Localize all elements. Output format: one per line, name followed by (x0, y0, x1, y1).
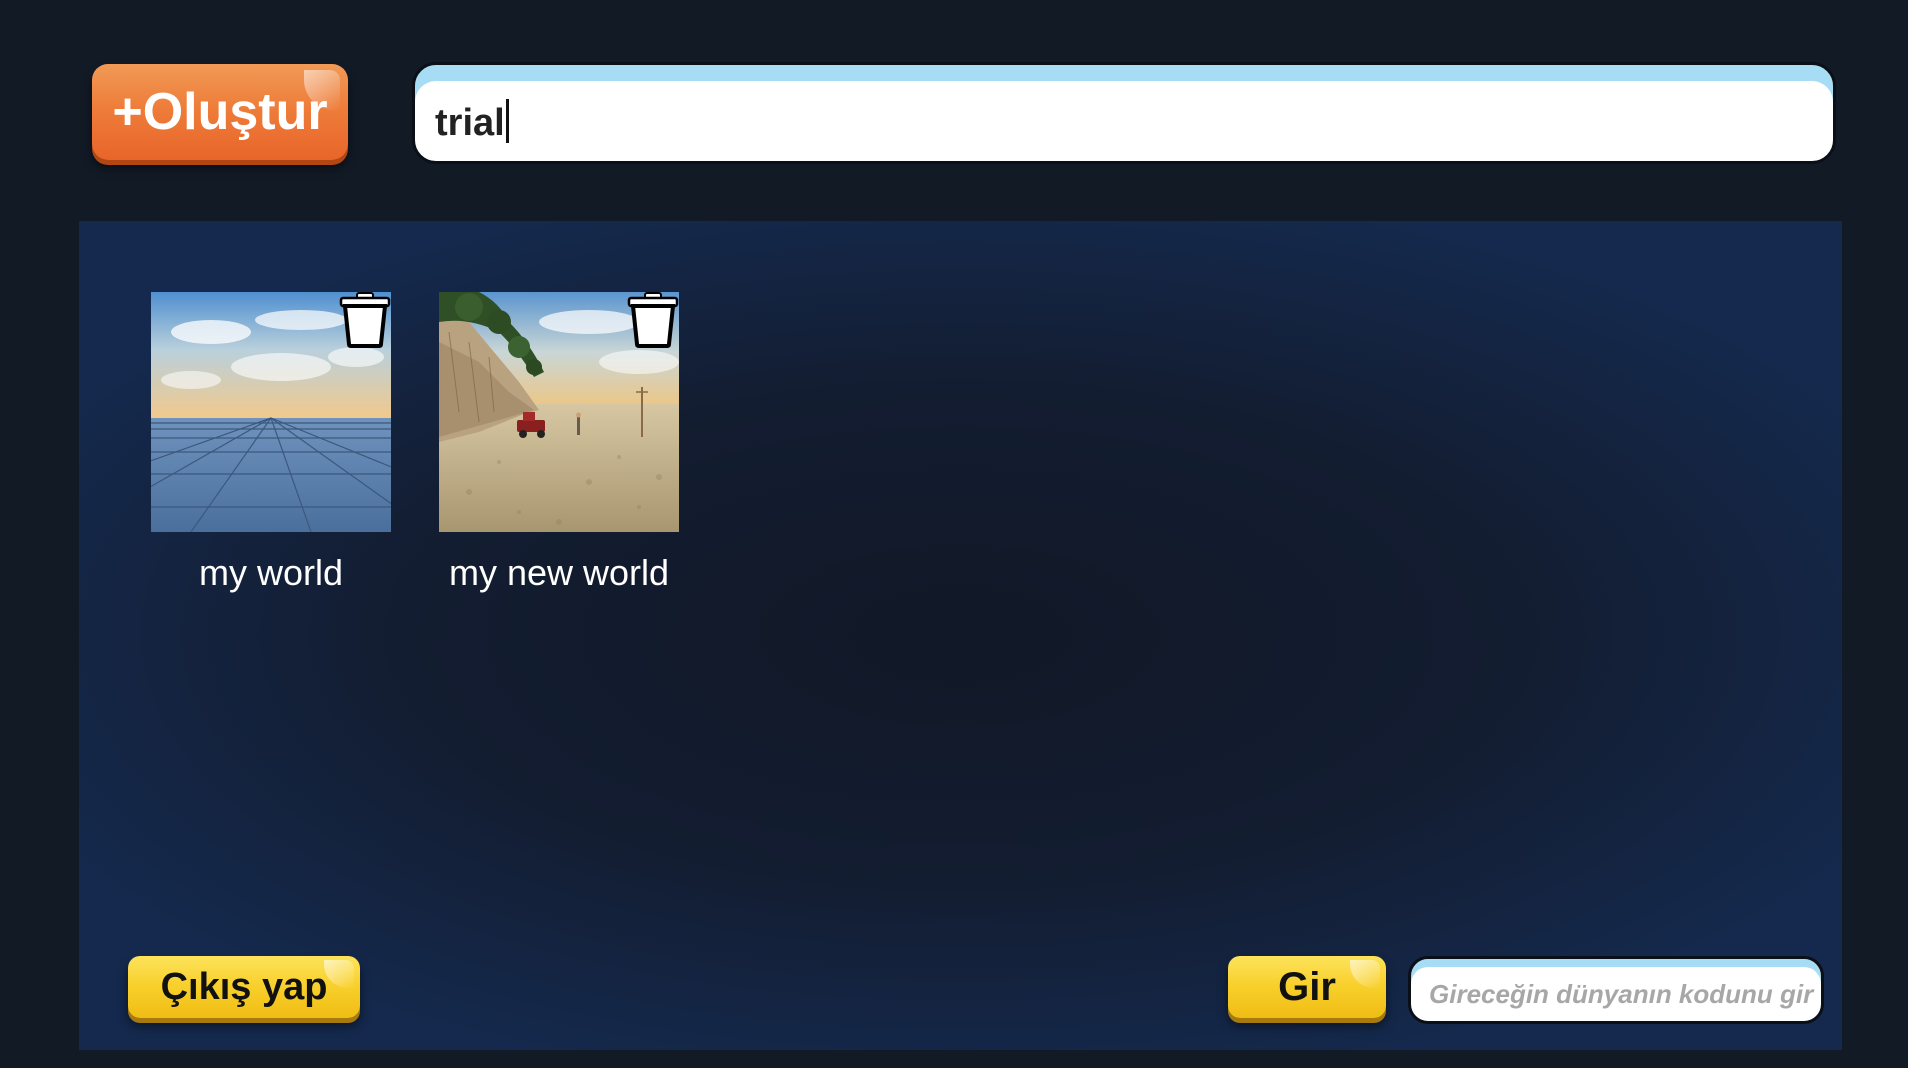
logout-label: Çıkış yap (160, 965, 328, 1008)
world-name: my world (198, 552, 344, 593)
world-name-value: trial (435, 102, 505, 144)
world-thumbnail[interactable] (151, 292, 391, 532)
worlds-panel: my world my new world (79, 221, 1842, 1050)
world-code-input[interactable]: Gireceğin dünyanın kodunu gir (1408, 956, 1824, 1024)
world-name-input[interactable]: trial (412, 62, 1836, 164)
enter-label: Gir (1278, 964, 1336, 1009)
create-world-button[interactable]: +Oluştur (92, 64, 348, 160)
logout-button[interactable]: Çıkış yap (128, 956, 360, 1018)
world-card[interactable]: my new world (439, 292, 679, 594)
world-code-placeholder: Gireceğin dünyanın kodunu gir (1429, 979, 1814, 1009)
trash-icon (339, 292, 391, 348)
enter-button[interactable]: Gir (1228, 956, 1386, 1018)
button-shine (324, 960, 354, 988)
button-shine (1350, 960, 1380, 988)
world-name: my new world (448, 552, 670, 593)
text-caret (505, 99, 509, 143)
delete-world-button[interactable] (339, 292, 391, 348)
world-card[interactable]: my world (151, 292, 391, 594)
world-name-text: trial (435, 99, 509, 145)
delete-world-button[interactable] (627, 292, 679, 348)
create-world-label: +Oluştur (112, 83, 328, 141)
trash-icon (627, 292, 679, 348)
world-thumbnail[interactable] (439, 292, 679, 532)
